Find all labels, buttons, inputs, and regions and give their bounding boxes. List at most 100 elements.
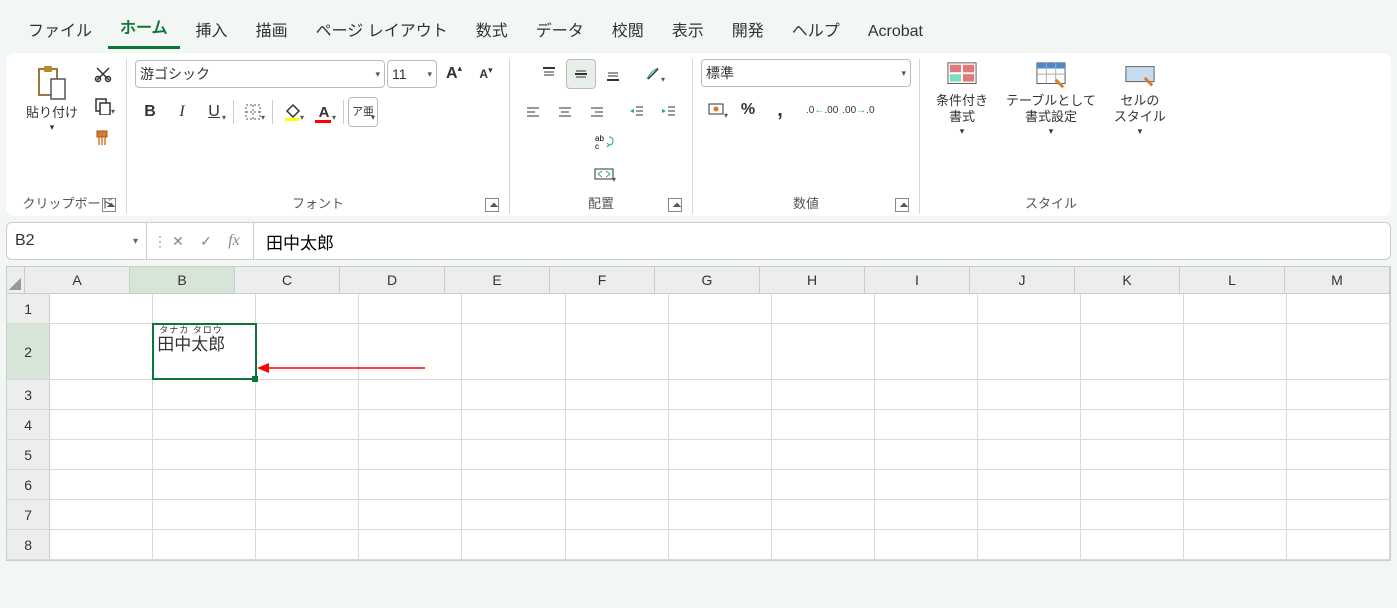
cell-G1[interactable] [669, 294, 772, 323]
cell-C6[interactable] [256, 470, 359, 499]
cell-J7[interactable] [978, 500, 1081, 529]
cell-B8[interactable] [153, 530, 256, 559]
cell-I7[interactable] [875, 500, 978, 529]
insert-function-button[interactable]: fx [221, 228, 247, 254]
cell-C8[interactable] [256, 530, 359, 559]
align-right-button[interactable] [582, 97, 612, 127]
cell-H3[interactable] [772, 380, 875, 409]
cell-L1[interactable] [1184, 294, 1287, 323]
row-header-2[interactable]: 2 [7, 324, 50, 379]
cell-A3[interactable] [50, 380, 153, 409]
menu-data[interactable]: データ [524, 11, 596, 49]
cell-G8[interactable] [669, 530, 772, 559]
cell-I2[interactable] [875, 324, 978, 379]
select-all-corner[interactable] [7, 267, 25, 293]
cell-B1[interactable] [153, 294, 256, 323]
cell-C7[interactable] [256, 500, 359, 529]
cell-F8[interactable] [566, 530, 669, 559]
cell-H7[interactable] [772, 500, 875, 529]
cell-F6[interactable] [566, 470, 669, 499]
column-header-J[interactable]: J [970, 267, 1075, 293]
cell-I3[interactable] [875, 380, 978, 409]
cell-I5[interactable] [875, 440, 978, 469]
menu-acrobat[interactable]: Acrobat [856, 17, 935, 49]
column-header-A[interactable]: A [25, 267, 130, 293]
row-header-6[interactable]: 6 [7, 470, 50, 499]
alignment-dialog-launcher[interactable] [668, 198, 682, 212]
menu-developer[interactable]: 開発 [720, 11, 776, 49]
percent-button[interactable]: % [733, 95, 763, 125]
cell-F2[interactable] [566, 324, 669, 379]
cell-C1[interactable] [256, 294, 359, 323]
cell-I6[interactable] [875, 470, 978, 499]
cell-L5[interactable] [1184, 440, 1287, 469]
cell-D4[interactable] [359, 410, 462, 439]
cell-styles-button[interactable]: セルの スタイル▾ [1106, 59, 1174, 139]
cell-B7[interactable] [153, 500, 256, 529]
menu-formulas[interactable]: 数式 [464, 11, 520, 49]
menu-file[interactable]: ファイル [16, 11, 104, 49]
cell-F7[interactable] [566, 500, 669, 529]
cell-I1[interactable] [875, 294, 978, 323]
cell-M4[interactable] [1287, 410, 1390, 439]
cell-M5[interactable] [1287, 440, 1390, 469]
cell-I4[interactable] [875, 410, 978, 439]
cell-D3[interactable] [359, 380, 462, 409]
cell-M1[interactable] [1287, 294, 1390, 323]
font-name-select[interactable]: 游ゴシック▾ [135, 60, 385, 88]
format-painter-button[interactable] [88, 123, 118, 153]
cell-J4[interactable] [978, 410, 1081, 439]
number-format-select[interactable]: 標準▾ [701, 59, 911, 87]
cell-E6[interactable] [462, 470, 565, 499]
cell-K3[interactable] [1081, 380, 1184, 409]
column-header-H[interactable]: H [760, 267, 865, 293]
cell-E1[interactable] [462, 294, 565, 323]
cell-M8[interactable] [1287, 530, 1390, 559]
cell-A1[interactable] [50, 294, 153, 323]
cell-K5[interactable] [1081, 440, 1184, 469]
column-header-C[interactable]: C [235, 267, 340, 293]
cell-L4[interactable] [1184, 410, 1287, 439]
accounting-format-button[interactable]: ▾ [701, 95, 731, 125]
cell-K1[interactable] [1081, 294, 1184, 323]
cell-E7[interactable] [462, 500, 565, 529]
column-header-I[interactable]: I [865, 267, 970, 293]
row-header-8[interactable]: 8 [7, 530, 50, 559]
cell-D7[interactable] [359, 500, 462, 529]
underline-button[interactable]: U▾ [199, 97, 229, 127]
cell-L8[interactable] [1184, 530, 1287, 559]
cell-G7[interactable] [669, 500, 772, 529]
cell-A8[interactable] [50, 530, 153, 559]
cell-I8[interactable] [875, 530, 978, 559]
cell-H1[interactable] [772, 294, 875, 323]
format-as-table-button[interactable]: テーブルとして 書式設定▾ [998, 59, 1104, 139]
comma-button[interactable]: , [765, 95, 795, 125]
cell-E8[interactable] [462, 530, 565, 559]
cell-K4[interactable] [1081, 410, 1184, 439]
menu-view[interactable]: 表示 [660, 11, 716, 49]
cell-C5[interactable] [256, 440, 359, 469]
cell-G2[interactable] [669, 324, 772, 379]
cell-K2[interactable] [1081, 324, 1184, 379]
column-header-G[interactable]: G [655, 267, 760, 293]
cell-H6[interactable] [772, 470, 875, 499]
enter-formula-button[interactable]: ✓ [193, 228, 219, 254]
align-center-button[interactable] [550, 97, 580, 127]
font-dialog-launcher[interactable] [485, 198, 499, 212]
cell-H5[interactable] [772, 440, 875, 469]
cancel-formula-button[interactable]: ✕ [165, 228, 191, 254]
cell-F3[interactable] [566, 380, 669, 409]
cell-D8[interactable] [359, 530, 462, 559]
name-box[interactable]: B2 ▾ [7, 223, 147, 259]
decrease-decimal-button[interactable]: .00→.0 [841, 95, 875, 125]
bold-button[interactable]: B [135, 97, 165, 127]
cell-G5[interactable] [669, 440, 772, 469]
cell-F1[interactable] [566, 294, 669, 323]
menu-insert[interactable]: 挿入 [184, 11, 240, 49]
column-header-B[interactable]: B [130, 267, 235, 293]
cell-A7[interactable] [50, 500, 153, 529]
column-header-D[interactable]: D [340, 267, 445, 293]
menu-draw[interactable]: 描画 [244, 11, 300, 49]
cell-J8[interactable] [978, 530, 1081, 559]
column-header-L[interactable]: L [1180, 267, 1285, 293]
